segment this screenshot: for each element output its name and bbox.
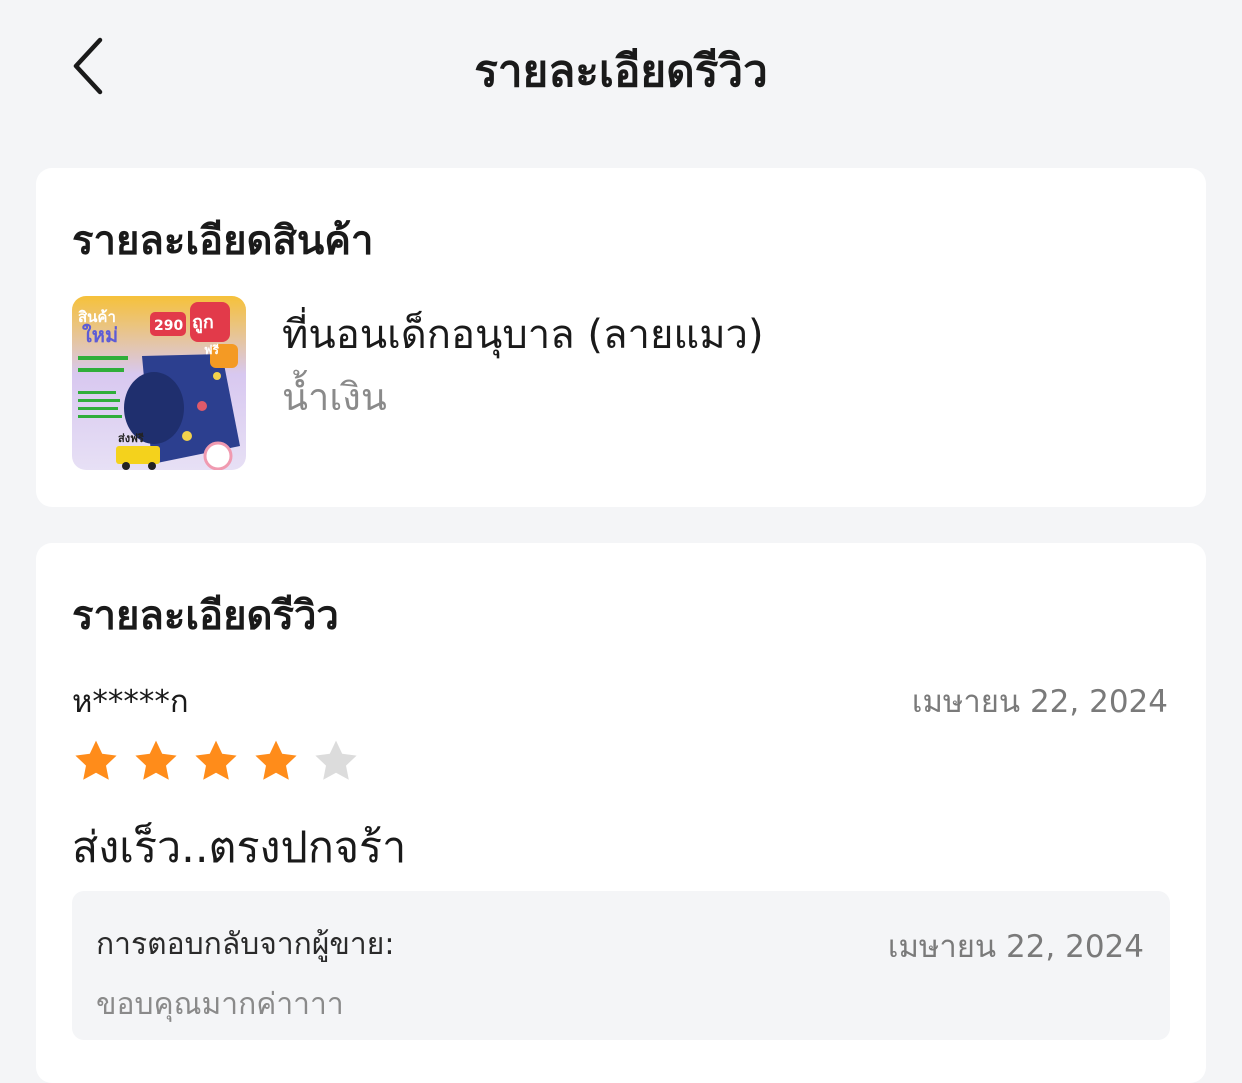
product-section-title: รายละเอียดสินค้า [72, 218, 374, 264]
product-image: สินค้า ใหม่ 290 ถูก ฟรี ส่งฟรี [72, 296, 246, 470]
thumb-text-shipping: ส่งฟรี [118, 432, 144, 445]
thumb-text-price: 290 [154, 318, 183, 334]
product-name[interactable]: ที่นอนเด็กอนุบาล (ลายแมว) [282, 302, 764, 366]
star-filled-icon [75, 740, 117, 780]
star-empty-icon [315, 740, 357, 780]
thumb-text-free: ฟรี [204, 343, 219, 357]
seller-reply-text: ขอบคุณมากค่าาาา [96, 987, 344, 1022]
star-filled-icon [195, 740, 237, 780]
product-thumbnail[interactable]: สินค้า ใหม่ 290 ถูก ฟรี ส่งฟรี [72, 296, 246, 470]
seller-reply-box: การตอบกลับจากผู้ขาย: เมษายน 22, 2024 ขอบ… [72, 891, 1170, 1040]
product-variant: น้ำเงิน [282, 375, 387, 419]
top-bar: รายละเอียดรีวิว [0, 0, 1242, 135]
thumb-text-new-big: ใหม่ [82, 323, 118, 347]
review-section-title: รายละเอียดรีวิว [72, 593, 339, 639]
page-title: รายละเอียดรีวิว [474, 46, 768, 97]
review-date: เมษายน 22, 2024 [911, 684, 1168, 720]
product-details-card: รายละเอียดสินค้า สินค้า ใหม่ 290 ถูก ฟรี… [36, 168, 1206, 507]
star-rating [72, 737, 360, 785]
review-text: ส่งเร็ว..ตรงปกจร้า [72, 823, 407, 873]
seller-reply-date: เมษายน 22, 2024 [887, 929, 1144, 965]
star-filled-icon [255, 740, 297, 780]
seller-reply-label: การตอบกลับจากผู้ขาย: [96, 927, 395, 962]
reviewer-name: ห*****ก [72, 684, 189, 720]
review-details-card: รายละเอียดรีวิว ห*****ก เมษายน 22, 2024 … [36, 543, 1206, 1083]
star-filled-icon [135, 740, 177, 780]
thumb-text-cheap: ถูก [192, 312, 214, 334]
